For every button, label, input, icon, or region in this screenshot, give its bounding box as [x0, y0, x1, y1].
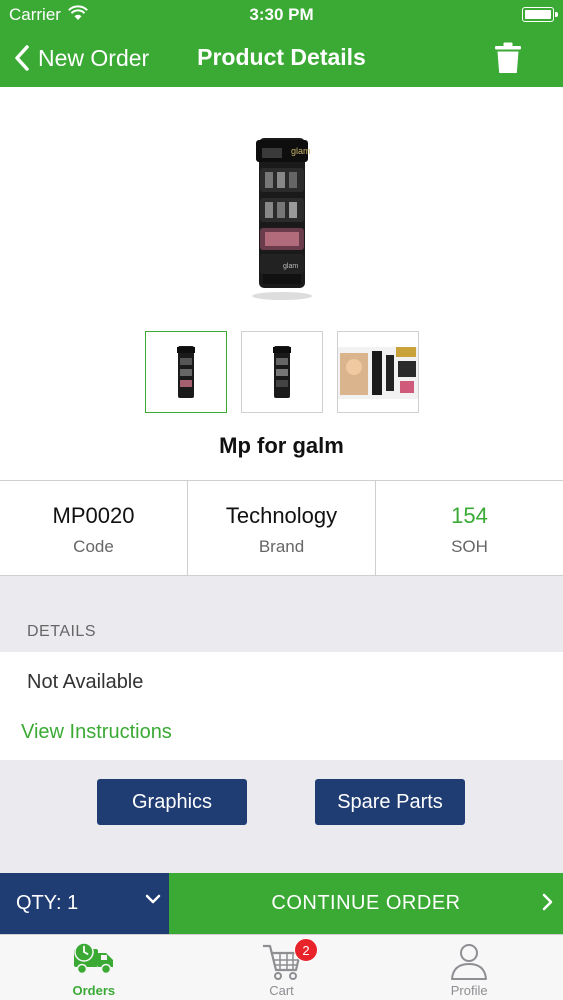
code-cell: MP0020 Code [0, 481, 188, 575]
battery-icon [522, 7, 558, 22]
spare-parts-button[interactable]: Spare Parts [315, 779, 465, 825]
continue-order-button[interactable]: CONTINUE ORDER [169, 873, 563, 934]
thumbnail-1[interactable] [145, 331, 227, 413]
thumbnail-strip [145, 331, 419, 413]
product-info-row: MP0020 Code Technology Brand 154 SOH [0, 480, 563, 576]
brand-value: Technology [225, 503, 338, 528]
details-header-label: DETAILS [27, 623, 96, 640]
product-thumbnail-image [177, 346, 195, 398]
status-time: 3:30 PM [249, 5, 314, 24]
product-image: glam glam [252, 138, 312, 300]
product-name: Mp for galm [219, 433, 344, 458]
nav-bar: New Order Product Details [0, 30, 563, 87]
thumbnail-3[interactable] [337, 331, 419, 413]
tab-orders-label: Orders [72, 983, 116, 998]
continue-order-label: CONTINUE ORDER [271, 892, 461, 914]
svg-text:glam: glam [291, 146, 311, 156]
brand-cell: Technology Brand [188, 481, 376, 575]
action-buttons-area: Graphics Spare Parts [0, 760, 563, 873]
code-label: Code [73, 537, 114, 556]
chevron-left-icon [15, 45, 29, 71]
product-thumbnail-image [273, 346, 291, 398]
tab-profile[interactable]: Profile [375, 935, 563, 1000]
profile-icon [451, 944, 488, 980]
order-bar: QTY: 1 CONTINUE ORDER [0, 873, 563, 934]
delivery-truck-icon [73, 942, 113, 975]
cart-badge: 2 [294, 938, 318, 962]
chevron-right-icon [542, 893, 553, 911]
quantity-select[interactable]: QTY: 1 [0, 873, 169, 934]
quantity-label: QTY: 1 [16, 892, 79, 914]
tab-cart-label: Cart [269, 983, 294, 998]
back-label: New Order [38, 44, 150, 71]
trash-icon[interactable] [493, 42, 523, 74]
chevron-down-icon [145, 894, 161, 904]
details-text: Not Available [27, 671, 144, 693]
status-bar: Carrier 3:30 PM [0, 0, 563, 30]
tab-cart[interactable]: Cart [188, 935, 376, 1000]
details-body: Not Available View Instructions [0, 652, 563, 760]
soh-label: SOH [451, 537, 488, 556]
soh-cell: 154 SOH [376, 481, 563, 575]
back-button[interactable]: New Order [14, 42, 149, 74]
details-section-header: DETAILS [0, 576, 563, 652]
code-value: MP0020 [52, 503, 135, 528]
tab-bar: Orders Cart Profile [0, 934, 563, 1000]
soh-value: 154 [451, 503, 488, 528]
thumbnail-2[interactable] [241, 331, 323, 413]
svg-text:glam: glam [283, 263, 298, 270]
tab-profile-label: Profile [450, 983, 488, 998]
graphics-button[interactable]: Graphics [97, 779, 247, 825]
product-collage-image [338, 347, 418, 399]
view-instructions-link[interactable]: View Instructions [21, 721, 172, 744]
brand-label: Brand [258, 537, 305, 556]
tab-orders[interactable]: Orders [0, 935, 188, 1000]
